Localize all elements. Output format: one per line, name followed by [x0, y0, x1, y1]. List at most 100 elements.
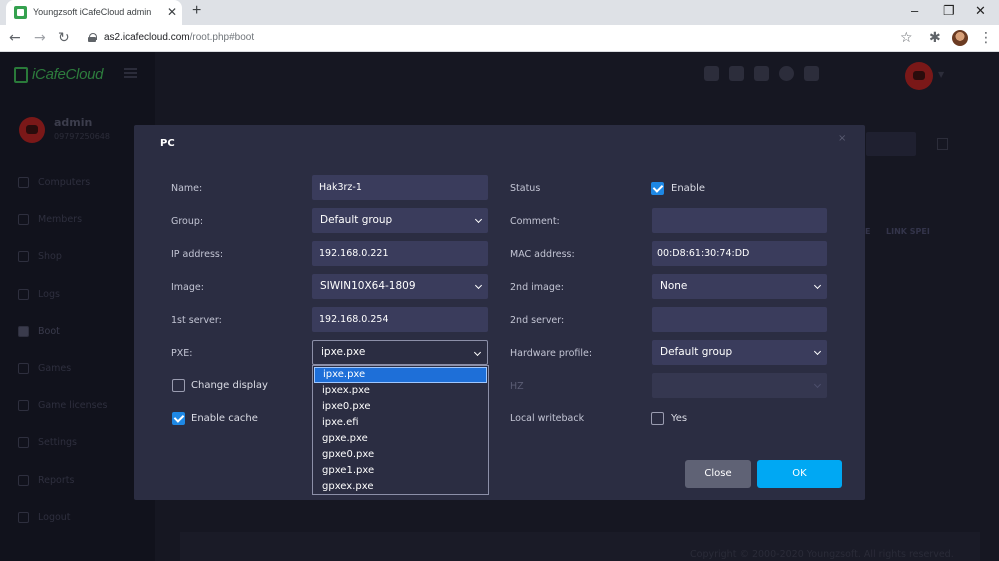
- boot-icon: [18, 325, 29, 337]
- new-tab-button[interactable]: +: [192, 2, 201, 20]
- hamburger-menu-icon[interactable]: [124, 68, 137, 78]
- sidebar-item-logout[interactable]: Logout: [18, 499, 107, 536]
- forward-icon[interactable]: →: [34, 30, 46, 46]
- change-display-checkbox[interactable]: [172, 379, 185, 392]
- maximize-button[interactable]: ❐: [943, 3, 955, 19]
- ip-label: IP address:: [171, 249, 224, 260]
- discord-icon[interactable]: [704, 66, 719, 81]
- pxe-option[interactable]: gpxe1.pxe: [314, 463, 487, 479]
- icafe-favicon-icon: [14, 6, 27, 19]
- sidebar-item-computers[interactable]: Computers: [18, 164, 107, 201]
- sidebar-item-label: Logs: [38, 288, 60, 300]
- reports-icon: [18, 474, 29, 486]
- enable-cache-checkbox[interactable]: [172, 412, 185, 425]
- sidebar-item-label: Settings: [38, 437, 77, 449]
- sidebar-item-games[interactable]: Games: [18, 350, 107, 387]
- image-label: Image:: [171, 282, 204, 293]
- column-header: LINK SPEI: [886, 227, 930, 236]
- profile-avatar[interactable]: [952, 30, 968, 46]
- logout-icon: [18, 511, 29, 523]
- youtube-icon[interactable]: [754, 66, 769, 81]
- tree-icon[interactable]: [937, 138, 948, 150]
- license-icon: [18, 400, 29, 412]
- pxe-option[interactable]: ipxe.efi: [314, 415, 487, 431]
- chevron-down-icon[interactable]: ▼: [938, 70, 944, 79]
- tab-close-icon[interactable]: ✕: [167, 5, 177, 19]
- sidebar-item-settings[interactable]: Settings: [18, 424, 107, 461]
- pxe-select[interactable]: ipxe.pxe: [312, 340, 488, 365]
- topbar-social-icons: [704, 66, 819, 81]
- image-select[interactable]: SIWIN10X64-1809: [312, 274, 488, 299]
- image2-select[interactable]: None: [652, 274, 827, 299]
- close-button[interactable]: Close: [685, 460, 751, 488]
- ip-address-field[interactable]: 192.168.0.221: [312, 241, 488, 266]
- name-field[interactable]: Hak3rz-1: [312, 175, 488, 200]
- status-enable-label: Enable: [671, 183, 706, 194]
- sidebar-item-logs[interactable]: Logs: [18, 276, 107, 313]
- comment-label: Comment:: [510, 216, 560, 227]
- local-writeback-label: Local writeback: [510, 413, 585, 424]
- pxe-option[interactable]: ipxex.pxe: [314, 383, 487, 399]
- sidebar-item-label: Shop: [38, 251, 62, 263]
- local-writeback-checkbox[interactable]: [651, 412, 664, 425]
- browser-menu-icon[interactable]: ⋮: [979, 30, 993, 46]
- hz-label: HZ: [510, 381, 524, 392]
- sidebar-item-boot[interactable]: Boot: [18, 313, 107, 350]
- minimize-button[interactable]: –: [911, 3, 918, 18]
- facebook-icon[interactable]: [729, 66, 744, 81]
- background-search-input[interactable]: [866, 132, 916, 156]
- footer-copyright: Copyright © 2000-2020 Youngzsoft. All ri…: [690, 549, 954, 560]
- sidebar-item-label: Computers: [38, 177, 91, 189]
- hardware-profile-select[interactable]: Default group: [652, 340, 827, 365]
- monitor-icon: [18, 177, 29, 189]
- pxe-option[interactable]: gpxe0.pxe: [314, 447, 487, 463]
- pxe-option[interactable]: ipxe.pxe: [314, 367, 487, 383]
- extensions-icon[interactable]: ✱: [929, 30, 941, 46]
- sidebar-item-reports[interactable]: Reports: [18, 462, 107, 499]
- sidebar-item-shop[interactable]: Shop: [18, 238, 107, 275]
- status-enable-checkbox[interactable]: [651, 182, 664, 195]
- local-writeback-yes-label: Yes: [671, 413, 688, 424]
- pxe-option[interactable]: gpxex.pxe: [314, 479, 487, 495]
- server1-label: 1st server:: [171, 315, 222, 326]
- bookmark-star-icon[interactable]: ☆: [900, 30, 913, 46]
- server2-field[interactable]: [652, 307, 827, 332]
- name-label: Name:: [171, 183, 203, 194]
- hardware-profile-label: Hardware profile:: [510, 348, 593, 359]
- pxe-label: PXE:: [171, 348, 193, 359]
- url-host: as2.icafecloud.com: [104, 32, 190, 43]
- back-icon[interactable]: ←: [9, 30, 21, 46]
- globe-icon[interactable]: [779, 66, 794, 81]
- comment-field[interactable]: [652, 208, 827, 233]
- sidebar-item-game-licenses[interactable]: Game licenses: [18, 387, 107, 424]
- change-display-label: Change display: [191, 380, 268, 391]
- sidebar-item-members[interactable]: Members: [18, 201, 107, 238]
- mac-address-field[interactable]: 00:D8:61:30:74:DD: [652, 241, 827, 266]
- pxe-option[interactable]: ipxe0.pxe: [314, 399, 487, 415]
- top-user-avatar[interactable]: [905, 62, 933, 90]
- window-close-button[interactable]: ✕: [975, 3, 986, 19]
- url-path: /root.php#boot: [189, 32, 255, 43]
- ok-button[interactable]: OK: [757, 460, 842, 488]
- column-header: E: [865, 227, 871, 236]
- url-field[interactable]: as2.icafecloud.com/root.php#boot: [104, 32, 254, 43]
- lock-icon[interactable]: [88, 33, 97, 42]
- user-name: admin: [54, 116, 93, 129]
- reload-icon[interactable]: ↻: [58, 30, 70, 46]
- members-icon: [18, 214, 29, 226]
- browser-tab[interactable]: Youngzsoft iCafeCloud admin ✕: [6, 0, 182, 25]
- sidebar: iCafeCloud admin 09797250648 Computers M…: [0, 52, 155, 561]
- server1-field[interactable]: 192.168.0.254: [312, 307, 488, 332]
- pc-edit-modal: PC × Name: Group: IP address: Image: 1st…: [134, 125, 865, 500]
- enable-cache-label: Enable cache: [191, 413, 258, 424]
- modal-close-icon[interactable]: ×: [838, 133, 846, 144]
- logo-mark-icon: [14, 66, 28, 83]
- browser-address-bar: ← → ↻ as2.icafecloud.com/root.php#boot ☆…: [0, 25, 999, 52]
- sidebar-item-label: Game licenses: [38, 400, 108, 412]
- book-icon[interactable]: [804, 66, 819, 81]
- sidebar-menu: Computers Members Shop Logs Boot Games G…: [18, 164, 107, 536]
- group-select[interactable]: Default group: [312, 208, 488, 233]
- mac-label: MAC address:: [510, 249, 575, 260]
- pxe-option[interactable]: gpxe.pxe: [314, 431, 487, 447]
- modal-title: PC: [160, 138, 175, 149]
